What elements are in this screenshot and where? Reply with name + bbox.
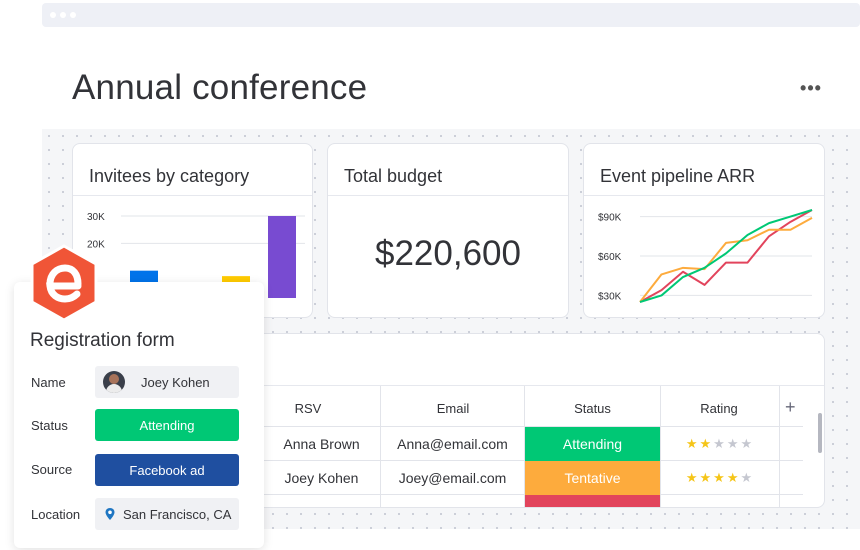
budget-widget: Total budget $220,600 bbox=[327, 143, 569, 318]
more-dots-icon[interactable]: ••• bbox=[796, 78, 826, 98]
email-cell[interactable]: Anna@email.com bbox=[381, 427, 524, 461]
form-title: Registration form bbox=[30, 330, 175, 351]
column-divider bbox=[779, 386, 780, 507]
star-icon[interactable]: ★ bbox=[700, 470, 714, 485]
status-cell[interactable]: Attending bbox=[525, 427, 660, 461]
location-pin-icon bbox=[105, 508, 115, 520]
widget-divider bbox=[328, 195, 568, 196]
column-header-status[interactable]: Status bbox=[525, 401, 660, 416]
star-icon[interactable]: ★ bbox=[713, 436, 727, 451]
column-header-rating[interactable]: Rating bbox=[659, 401, 779, 416]
rsv-cell[interactable]: Anna Brown bbox=[263, 427, 380, 461]
y-tick-label: $30K bbox=[598, 291, 622, 302]
rating-cell[interactable]: ★★★★★ bbox=[661, 461, 779, 495]
widget-title: Total budget bbox=[344, 166, 443, 186]
name-value: Joey Kohen bbox=[141, 374, 210, 390]
name-field[interactable]: Joey Kohen bbox=[95, 366, 239, 398]
star-icon[interactable]: ★ bbox=[740, 436, 754, 451]
status-value: Attending bbox=[139, 417, 195, 433]
location-label: Location bbox=[31, 507, 81, 522]
status-cell[interactable]: Tentative bbox=[525, 461, 660, 495]
source-field[interactable]: Facebook ad bbox=[95, 454, 239, 486]
rating-cell[interactable]: ★★★★★ bbox=[661, 427, 779, 461]
source-value: Facebook ad bbox=[129, 462, 205, 478]
table-scrollbar[interactable] bbox=[818, 413, 822, 453]
y-tick-label: 30K bbox=[87, 212, 105, 223]
star-icon[interactable]: ★ bbox=[727, 470, 741, 485]
window-dot-icon[interactable] bbox=[50, 12, 56, 18]
bar bbox=[268, 216, 296, 298]
avatar-head bbox=[109, 374, 119, 384]
star-icon[interactable]: ★ bbox=[686, 470, 700, 485]
status-field[interactable]: Attending bbox=[95, 409, 239, 441]
source-label: Source bbox=[31, 462, 73, 477]
avatar bbox=[103, 371, 125, 393]
star-icon[interactable]: ★ bbox=[727, 436, 741, 451]
budget-value: $220,600 bbox=[375, 234, 521, 273]
window-bar bbox=[42, 3, 860, 27]
column-header-rsv[interactable]: RSV bbox=[263, 401, 353, 416]
location-field[interactable]: San Francisco, CA bbox=[95, 498, 239, 530]
email-cell[interactable]: Joey@email.com bbox=[381, 461, 524, 495]
window-controls bbox=[50, 12, 76, 18]
window-dot-icon[interactable] bbox=[60, 12, 66, 18]
eventbrite-e-logo bbox=[30, 244, 98, 322]
y-tick-label: $90K bbox=[598, 213, 622, 224]
star-icon[interactable]: ★ bbox=[686, 436, 700, 451]
status-label: Status bbox=[31, 418, 68, 433]
series-line bbox=[639, 217, 813, 303]
y-tick-label: $60K bbox=[598, 252, 622, 263]
star-icon[interactable]: ★ bbox=[700, 436, 714, 451]
star-icon[interactable]: ★ bbox=[713, 470, 727, 485]
page-title: Annual conference bbox=[72, 68, 368, 107]
location-value: San Francisco, CA bbox=[123, 506, 232, 522]
avatar-body bbox=[106, 384, 122, 393]
pipeline-line-chart: $90K $60K $30K bbox=[598, 209, 813, 303]
rsv-cell[interactable]: Joey Kohen bbox=[263, 461, 380, 495]
pipeline-widget: Event pipeline ARR $90K $60K $30K bbox=[583, 143, 825, 318]
plus-icon[interactable]: + bbox=[785, 397, 796, 418]
column-header-email[interactable]: Email bbox=[383, 401, 523, 416]
name-label: Name bbox=[31, 375, 66, 390]
window-dot-icon[interactable] bbox=[70, 12, 76, 18]
star-icon[interactable]: ★ bbox=[740, 470, 754, 485]
status-cell[interactable] bbox=[525, 495, 660, 507]
